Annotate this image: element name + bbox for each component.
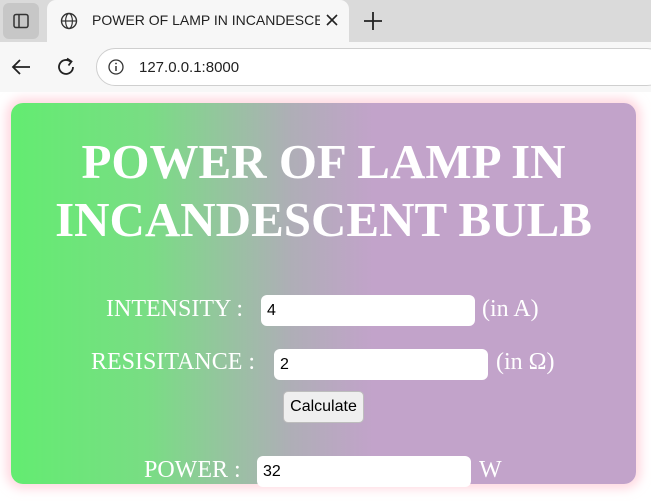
address-bar[interactable]: 127.0.0.1:8000 <box>96 48 651 86</box>
power-output[interactable] <box>257 456 471 487</box>
browser-tab[interactable]: POWER OF LAMP IN INCANDESCENT BULB <box>47 0 349 42</box>
info-icon[interactable] <box>108 59 124 75</box>
page-title: POWER OF LAMP IN INCANDESCENT BULB <box>55 134 592 247</box>
globe-icon <box>60 12 78 30</box>
sidebar-icon <box>13 13 29 29</box>
tab-title: POWER OF LAMP IN INCANDESCENT BULB <box>92 12 320 28</box>
calculator-card: POWER OF LAMP IN INCANDESCENT BULB INTEN… <box>11 103 636 487</box>
calculate-button[interactable]: Calculate <box>283 391 364 423</box>
page-viewport: POWER OF LAMP IN INCANDESCENT BULB INTEN… <box>0 92 651 504</box>
resistance-label: RESISITANCE : <box>91 349 256 375</box>
power-unit: W <box>479 457 502 483</box>
sidebar-toggle-button[interactable] <box>3 3 39 39</box>
new-tab-icon[interactable] <box>362 10 384 32</box>
browser-toolbar: 127.0.0.1:8000 <box>0 42 651 92</box>
intensity-input[interactable] <box>261 295 475 326</box>
intensity-label: INTENSITY : <box>106 296 244 322</box>
close-icon[interactable] <box>323 11 341 29</box>
browser-tab-strip: POWER OF LAMP IN INCANDESCENT BULB <box>0 0 651 42</box>
back-arrow-icon[interactable] <box>10 56 32 78</box>
url-text: 127.0.0.1:8000 <box>139 59 240 76</box>
resistance-unit: (in Ω) <box>496 349 555 375</box>
intensity-unit: (in A) <box>482 296 539 322</box>
power-label: POWER : <box>144 457 241 483</box>
resistance-input[interactable] <box>274 349 488 380</box>
reload-icon[interactable] <box>55 56 77 78</box>
